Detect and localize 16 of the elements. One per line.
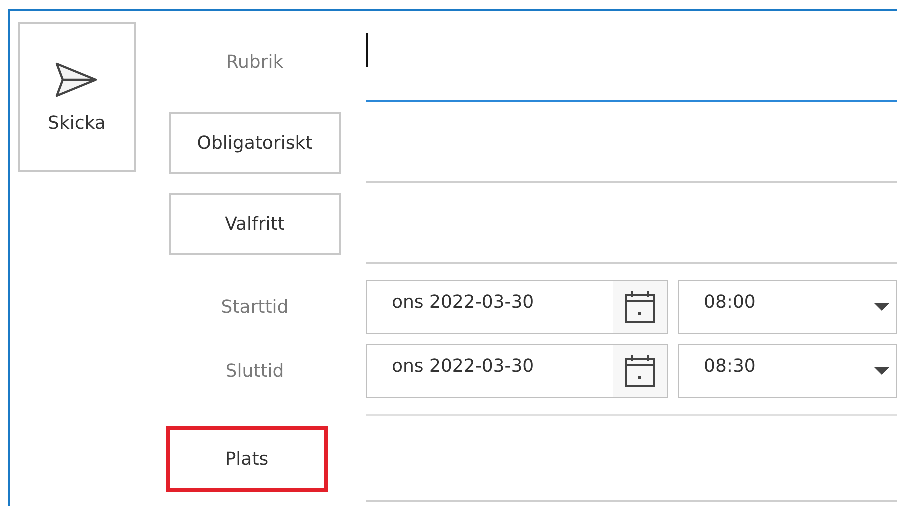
subject-label: Rubrik [226, 52, 284, 72]
date-field[interactable]: ons 2022-03-30 [366, 344, 668, 398]
date-field[interactable]: ons 2022-03-30 [366, 280, 668, 334]
time-dropdown[interactable]: 08:30 [678, 344, 897, 398]
caret-icon [874, 303, 890, 311]
time-label: Sluttid [226, 360, 284, 382]
send-button[interactable]: Skicka [18, 22, 136, 172]
time-label: Starttid [221, 296, 289, 318]
calendar-icon [624, 354, 656, 388]
attendees-button[interactable]: Obligatoriskt [169, 112, 341, 174]
calendar-icon [624, 290, 656, 324]
attendees-button[interactable]: Valfritt [169, 193, 341, 255]
location-button[interactable]: Plats [166, 426, 328, 492]
caret-icon [874, 367, 890, 375]
send-icon [55, 60, 99, 98]
time-dropdown[interactable]: 08:00 [678, 280, 897, 334]
